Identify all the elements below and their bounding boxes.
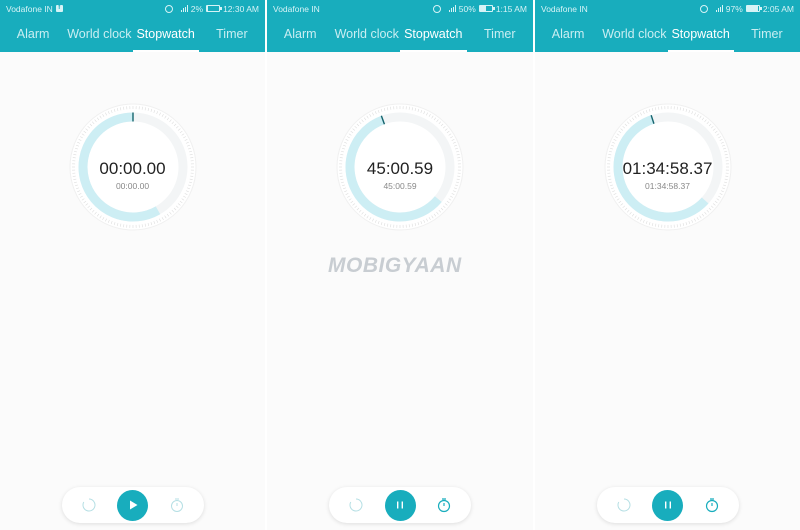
lap-button[interactable] <box>169 497 185 513</box>
carrier-name: Vodafone IN <box>273 3 320 14</box>
clock-time: 1:15 AM <box>495 3 527 14</box>
battery-percent: 97% <box>725 3 743 14</box>
stopwatch-controls <box>61 487 204 523</box>
stopwatch-controls <box>596 487 739 523</box>
tab-timer[interactable]: Timer <box>199 17 265 52</box>
stopwatch-dial: 01:34:58.37 01:34:58.37 <box>603 102 733 232</box>
battery-icon <box>206 5 223 12</box>
elapsed-time: 45:00.59 <box>366 159 434 178</box>
pause-button[interactable] <box>652 489 683 521</box>
reset-button[interactable] <box>81 497 97 513</box>
battery-percent: 50% <box>458 3 476 14</box>
alarm-clock-icon <box>699 4 708 13</box>
tab-alarm[interactable]: Alarm <box>0 17 66 52</box>
battery-icon <box>478 5 495 12</box>
status-bar: Vodafone IN 50% 1:15 AM <box>267 0 533 17</box>
clock-time: 2:05 AM <box>762 3 794 14</box>
tab-stopwatch[interactable]: Stopwatch <box>667 17 735 52</box>
lap-time: 45:00.59 <box>383 181 417 191</box>
stopwatch-icon <box>437 498 451 513</box>
tab-bar: Alarm World clock Stopwatch Timer <box>0 17 265 52</box>
stopwatch-screen-1: Vodafone IN f 2% 12:30 AM Alarm World cl… <box>0 0 265 530</box>
stopwatch-icon <box>705 498 718 513</box>
pause-icon <box>397 501 403 509</box>
status-bar: Vodafone IN 97% 2:05 AM <box>535 0 800 17</box>
tab-bar: Alarm World clock Stopwatch Timer <box>535 17 800 52</box>
tab-world-clock[interactable]: World clock <box>66 17 132 52</box>
reset-button[interactable] <box>616 497 632 513</box>
lap-button[interactable] <box>436 497 452 513</box>
signal-icon <box>715 5 723 12</box>
pause-icon <box>664 501 671 509</box>
lap-time: 01:34:58.37 <box>645 181 690 191</box>
start-button[interactable] <box>117 489 148 521</box>
signal-icon <box>448 5 456 12</box>
battery-percent: 2% <box>190 3 204 14</box>
stopwatch-controls <box>329 487 471 523</box>
battery-icon <box>745 5 762 12</box>
app-bar: Vodafone IN 50% 1:15 AM Alarm World cloc… <box>267 0 533 52</box>
tab-timer[interactable]: Timer <box>467 17 534 52</box>
lap-time: 00:00.00 <box>115 181 150 191</box>
alarm-clock-icon <box>164 4 173 13</box>
app-bar: Vodafone IN 97% 2:05 AM Alarm World cloc… <box>535 0 800 52</box>
watermark-logo: MOBIGYAAN <box>328 254 462 277</box>
reset-icon <box>82 498 95 512</box>
play-icon <box>129 500 137 510</box>
clock-time: 12:30 AM <box>223 3 259 14</box>
stopwatch-screen-3: Vodafone IN 97% 2:05 AM Alarm World cloc… <box>535 0 800 530</box>
elapsed-time: 01:34:58.37 <box>622 159 713 178</box>
signal-icon <box>180 5 188 12</box>
app-bar: Vodafone IN f 2% 12:30 AM Alarm World cl… <box>0 0 265 52</box>
reset-icon <box>617 498 630 512</box>
carrier-name: Vodafone IN <box>6 3 53 14</box>
tab-alarm[interactable]: Alarm <box>535 17 601 52</box>
elapsed-time: 00:00.00 <box>99 159 166 178</box>
alarm-clock-icon <box>432 4 441 13</box>
pause-button[interactable] <box>384 489 416 521</box>
carrier-name: Vodafone IN <box>541 3 588 14</box>
tab-stopwatch[interactable]: Stopwatch <box>132 17 200 52</box>
tab-alarm[interactable]: Alarm <box>267 17 334 52</box>
lap-button[interactable] <box>704 497 720 513</box>
tab-timer[interactable]: Timer <box>734 17 800 52</box>
tab-world-clock[interactable]: World clock <box>334 17 401 52</box>
reset-button[interactable] <box>348 497 364 513</box>
tab-world-clock[interactable]: World clock <box>601 17 667 52</box>
facebook-notification-icon: f <box>55 5 63 12</box>
tab-bar: Alarm World clock Stopwatch Timer <box>267 17 533 52</box>
status-bar: Vodafone IN f 2% 12:30 AM <box>0 0 265 17</box>
reset-icon <box>349 498 363 512</box>
stopwatch-dial: 00:00.00 00:00.00 <box>68 102 198 232</box>
tab-stopwatch[interactable]: Stopwatch <box>400 17 467 52</box>
stopwatch-icon <box>170 498 183 512</box>
stopwatch-dial: 45:00.59 45:00.59 <box>335 102 465 232</box>
